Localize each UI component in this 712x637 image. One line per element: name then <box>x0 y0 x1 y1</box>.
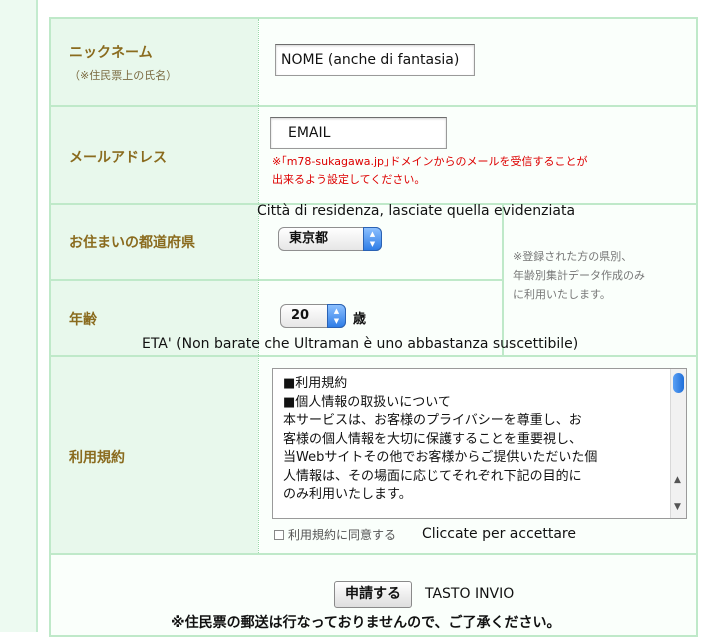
prefecture-select-value: 東京都 <box>289 231 329 246</box>
age-unit: 歳 <box>353 312 367 327</box>
nickname-input[interactable]: NOME (anche di fantasia) <box>275 44 475 76</box>
agree-label: 利用規約に同意する <box>288 528 397 542</box>
agree-checkbox[interactable] <box>274 530 284 540</box>
agree-annotation: Cliccate per accettare <box>422 526 576 542</box>
email-note-line2: 出来るよう設定してください。 <box>272 173 426 186</box>
row-divider <box>51 279 502 281</box>
terms-text: ■利用規約 ■個人情報の取扱いについて 本サービスは、お客様のプライバシーを尊重… <box>283 375 668 505</box>
scroll-up-icon[interactable]: ▲ <box>674 475 681 485</box>
prefecture-label: お住まいの都道府県 <box>69 235 195 251</box>
stats-note-line2: 年齢別集計データ作成のみ <box>513 269 645 282</box>
row-divider <box>51 553 696 555</box>
email-input[interactable]: EMAIL <box>270 117 447 149</box>
row-divider <box>51 105 696 107</box>
email-label: メールアドレス <box>69 150 167 166</box>
stats-note-line1: ※登録された方の県別、 <box>513 250 633 263</box>
select-arrows-icon: ▲ ▼ <box>363 227 382 251</box>
column-divider <box>258 19 259 553</box>
label-cell-nickname <box>51 19 258 105</box>
email-note-line1: ※｢m78-sukagawa.jp｣ドメインからのメールを受信することが <box>272 155 588 168</box>
terms-line: 客様の個人情報を大切に保護することを重要視し、 <box>283 431 583 447</box>
scroll-down-icon[interactable]: ▼ <box>674 502 681 512</box>
prefecture-select[interactable]: 東京都 ▲ ▼ <box>278 227 382 251</box>
select-arrows-icon: ▲ ▼ <box>327 304 346 328</box>
nickname-label: ニックネーム <box>69 45 153 61</box>
terms-line: 本サービスは、お客様のプライバシーを尊重し、お <box>283 413 582 428</box>
terms-line: ■利用規約 <box>283 376 348 391</box>
registration-form: ニックネーム （※住民票上の氏名） NOME (anche di fantasi… <box>49 17 698 637</box>
note-column-divider <box>502 205 504 355</box>
terms-line: ■個人情報の取扱いについて <box>283 394 451 410</box>
terms-label: 利用規約 <box>69 450 125 466</box>
terms-line: 人情報は、その場面に応じてそれぞれ下記の目的に <box>283 468 582 484</box>
terms-line: 当Webサイトその他でお客様からご提供いただいた個 <box>283 450 598 465</box>
mail-notice: ※住民票の郵送は行なっておりませんので、ご了承ください。 <box>171 615 561 631</box>
age-label: 年齢 <box>69 312 97 328</box>
scroll-thumb[interactable] <box>673 373 684 393</box>
stats-note-line3: に利用いたします。 <box>513 288 611 301</box>
left-divider-line <box>36 0 38 632</box>
age-select[interactable]: 20 ▲ ▼ <box>280 304 346 328</box>
nickname-sublabel: （※住民票上の氏名） <box>69 69 178 82</box>
prefecture-annotation: Città di residenza, lasciate quella evid… <box>257 203 576 219</box>
terms-line: のみ利用いたします。 <box>283 487 412 502</box>
terms-textarea[interactable]: ■利用規約 ■個人情報の取扱いについて 本サービスは、お客様のプライバシーを尊重… <box>272 368 687 519</box>
age-annotation: ETA' (Non barate che Ultraman è uno abba… <box>142 336 579 352</box>
submit-button[interactable]: 申請する <box>334 581 412 608</box>
left-background-strip <box>0 0 36 632</box>
submit-annotation: TASTO INVIO <box>425 586 515 602</box>
age-select-value: 20 <box>291 308 310 323</box>
terms-scrollbar[interactable]: ▲ ▼ <box>670 369 686 518</box>
row-divider <box>51 355 696 357</box>
